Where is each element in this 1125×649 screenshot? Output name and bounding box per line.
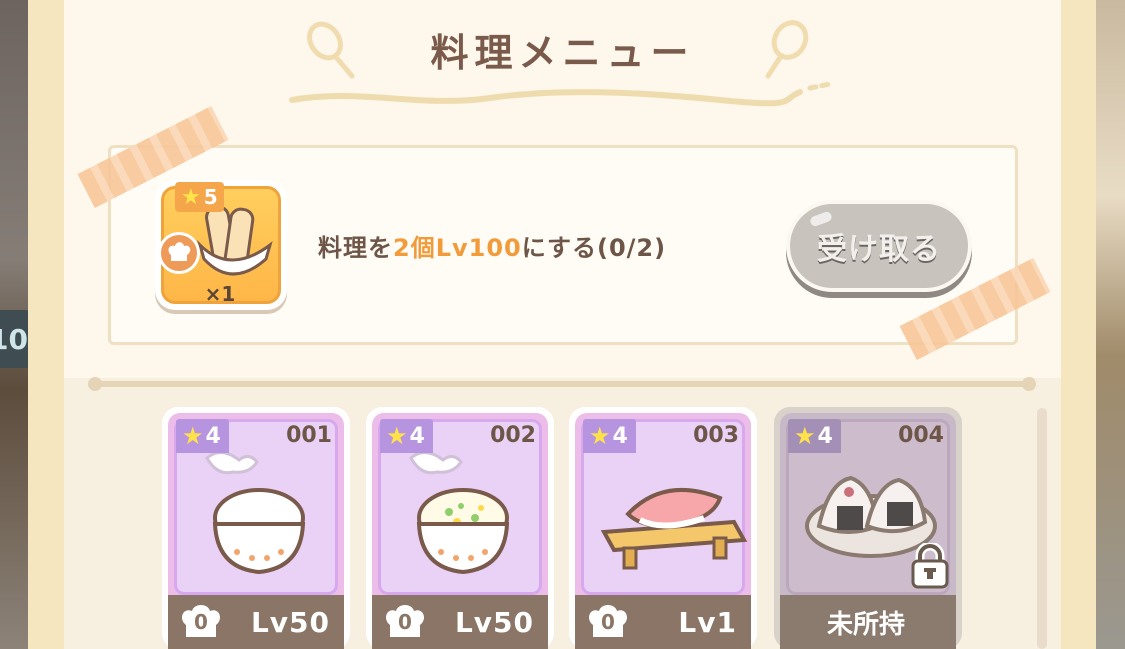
divider-dot xyxy=(88,377,102,391)
rarity-badge: ★ 4 xyxy=(583,419,636,453)
chef-count-value: 0 xyxy=(194,610,208,634)
section-divider xyxy=(92,381,1032,387)
chef-count-value: 0 xyxy=(398,610,412,634)
recipe-level: Lv50 xyxy=(250,605,330,639)
reward-count: ×1 xyxy=(204,282,236,306)
page-title: 料理メニュー xyxy=(430,31,695,75)
side-counter: 10 xyxy=(0,310,30,368)
recipe-status: 未所持 xyxy=(826,609,905,640)
mission-text-suffix: にする(0/2) xyxy=(521,234,667,262)
chef-count-badge: 0 xyxy=(178,603,224,641)
rarity-badge: ★ 4 xyxy=(176,419,229,453)
recipe-footer: 0 Lv50 xyxy=(168,595,344,649)
rarity-value: 4 xyxy=(817,423,833,449)
recipe-card[interactable]: ★ 4 003 0 Lv1 xyxy=(569,407,757,649)
star-icon: ★ xyxy=(182,422,204,450)
star-icon: ★ xyxy=(181,184,201,210)
recipe-level: Lv50 xyxy=(454,605,534,639)
recipe-card[interactable]: ★ 4 002 0 Lv50 xyxy=(366,407,554,649)
mission-text-highlight: 2個Lv100 xyxy=(393,234,522,262)
reward-rarity-badge: ★ 5 xyxy=(175,182,224,212)
star-icon: ★ xyxy=(794,422,816,450)
chef-count-badge: 0 xyxy=(382,603,428,641)
recipe-level: Lv1 xyxy=(678,605,737,639)
recipe-footer: 未所持 xyxy=(780,595,956,649)
rarity-badge: ★ 4 xyxy=(788,419,841,453)
recipe-card-locked[interactable]: ★ 4 004 未所持 xyxy=(774,407,962,649)
chef-hat-icon xyxy=(158,232,200,274)
reward-rarity-value: 5 xyxy=(203,185,218,209)
lock-icon xyxy=(911,543,949,589)
star-icon: ★ xyxy=(386,422,408,450)
title-area: 料理メニュー xyxy=(0,8,1125,107)
divider-dot xyxy=(1022,377,1036,391)
rarity-value: 4 xyxy=(612,423,628,449)
recipe-number: 002 xyxy=(490,423,536,448)
chef-count-badge: 0 xyxy=(585,603,631,641)
rarity-value: 4 xyxy=(205,423,221,449)
recipe-number: 004 xyxy=(898,423,944,448)
star-icon: ★ xyxy=(589,422,611,450)
recipe-card[interactable]: ★ 4 001 0 Lv50 xyxy=(162,407,350,649)
recipe-footer: 0 Lv50 xyxy=(372,595,548,649)
rarity-badge: ★ 4 xyxy=(380,419,433,453)
recipe-number: 001 xyxy=(286,423,332,448)
rarity-value: 4 xyxy=(409,423,425,449)
scrollbar[interactable] xyxy=(1037,408,1047,649)
chef-count-value: 0 xyxy=(601,610,615,634)
mission-text-prefix: 料理を xyxy=(318,234,393,262)
recipe-footer: 0 Lv1 xyxy=(575,595,751,649)
claim-button[interactable]: 受け取る xyxy=(786,200,972,292)
recipe-number: 003 xyxy=(693,423,739,448)
mission-description: 料理を2個Lv100にする(0/2) xyxy=(318,228,666,263)
